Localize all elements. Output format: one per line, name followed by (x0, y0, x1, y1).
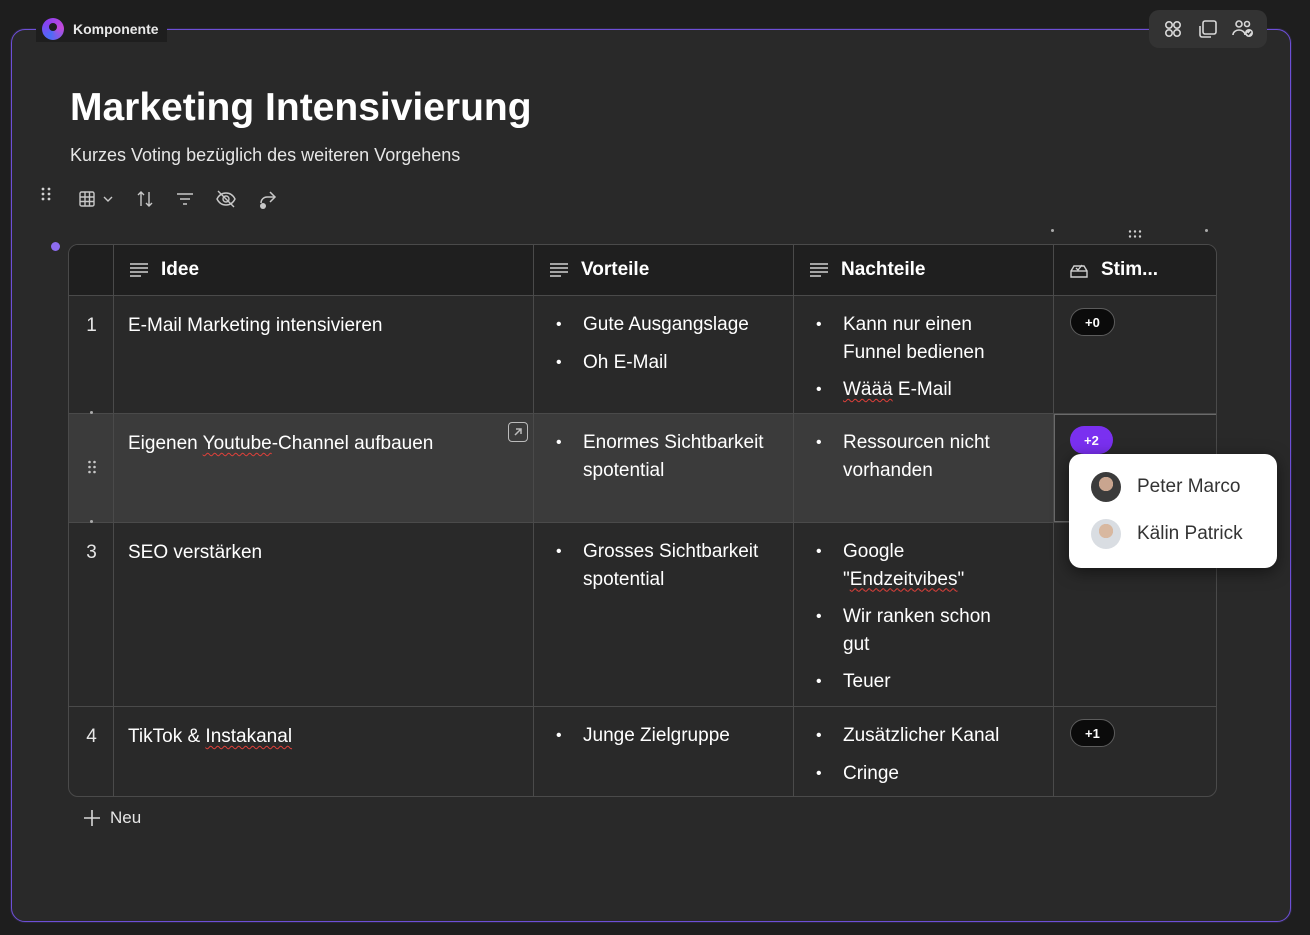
table-view-icon[interactable] (76, 185, 116, 213)
page-subtitle[interactable]: Kurzes Voting bezüglich des weiteren Vor… (70, 145, 460, 166)
list-item: Wir ranken schon gut (816, 603, 1006, 658)
list-item: Ressourcen nicht vorhanden (816, 429, 1011, 484)
nachteile-cell[interactable]: Ressourcen nicht vorhanden (794, 414, 1054, 522)
list-item: Google "Endzeitvibes" (816, 538, 976, 593)
nachteile-cell[interactable]: Zusätzlicher Kanal Cringe (794, 707, 1054, 796)
list-item: Grosses Sichtbarkeitspotential (556, 538, 766, 593)
nachteile-cell[interactable]: Kann nur einen Funnel bedienen Wäää E-Ma… (794, 296, 1054, 413)
row-number: 1 (86, 315, 97, 336)
list-item: Cringe (816, 760, 1036, 788)
voter-item[interactable]: Peter Marco (1091, 471, 1240, 503)
loop-logo-icon (42, 18, 64, 40)
list-item: Oh E-Mail (556, 349, 776, 377)
column-resize-dot (1205, 229, 1208, 232)
row-resize-dot (90, 520, 93, 523)
table-drag-handle-icon[interactable] (40, 186, 52, 202)
voters-popup: Peter Marco Kälin Patrick (1069, 454, 1277, 568)
table-toolbar (76, 185, 280, 213)
voter-name: Peter Marco (1137, 476, 1241, 497)
list-item: Junge Zielgruppe (556, 722, 776, 750)
column-header-vorteile[interactable]: Vorteile (534, 245, 794, 295)
header-corner (69, 245, 114, 295)
row-number-cell: 1 (69, 296, 114, 413)
table-row[interactable]: 3 SEO verstärken Grosses Sichtbarkeitspo… (69, 523, 1216, 707)
vorteile-cell[interactable]: Gute Ausgangslage Oh E-Mail (534, 296, 794, 413)
idee-cell[interactable]: E-Mail Marketing intensivieren (114, 296, 534, 413)
voter-name: Kälin Patrick (1137, 523, 1243, 544)
table-row[interactable]: 1 E-Mail Marketing intensivieren Gute Au… (69, 296, 1216, 414)
new-row-label: Neu (110, 808, 142, 827)
text-column-icon (550, 263, 568, 277)
voting-table: Idee Vorteile Nachteile Stim... 1 E-Mail… (68, 244, 1217, 797)
vote-column-icon (1070, 264, 1088, 278)
share-people-icon[interactable] (1230, 16, 1256, 42)
spell-error-text: Wäää (843, 379, 893, 400)
list-item: Gute Ausgangslage (556, 311, 776, 339)
idee-cell[interactable]: TikTok & Instakanal (114, 707, 534, 796)
component-toolbar (1149, 10, 1267, 48)
stimmen-cell[interactable]: +0 (1054, 296, 1216, 413)
row-drag-handle-icon[interactable] (87, 460, 97, 479)
idee-cell[interactable]: Eigenen Youtube-Channel aufbauen (114, 414, 534, 522)
row-number-cell (69, 414, 114, 522)
vorteile-cell[interactable]: Enormes Sichtbarkeitspotential (534, 414, 794, 522)
list-item: Zusätzlicher Kanal (816, 722, 1036, 750)
idee-text: E-Mail Marketing intensivieren (128, 315, 383, 336)
component-label[interactable]: Komponente (36, 16, 167, 42)
row-number: 3 (86, 542, 97, 563)
idee-text: SEO verstärken (128, 542, 263, 563)
column-header-label: Stim... (1101, 259, 1159, 280)
apps-icon[interactable] (1160, 16, 1186, 42)
idee-cell[interactable]: SEO verstärken (114, 523, 534, 706)
presence-dot (51, 242, 60, 251)
table-row[interactable]: Eigenen Youtube-Channel aufbauen Enormes… (69, 414, 1216, 523)
text-column-icon (130, 263, 148, 277)
column-header-stimmen[interactable]: Stim... (1054, 245, 1216, 295)
plus-icon (84, 810, 100, 826)
nachteile-cell[interactable]: Google "Endzeitvibes" Wir ranken schon g… (794, 523, 1054, 706)
row-number-cell: 3 (69, 523, 114, 706)
table-header-row: Idee Vorteile Nachteile Stim... (69, 245, 1216, 296)
column-header-nachteile[interactable]: Nachteile (794, 245, 1054, 295)
copy-component-icon[interactable] (1195, 16, 1221, 42)
voter-item[interactable]: Kälin Patrick (1091, 518, 1243, 550)
list-item: Wäää E-Mail (816, 376, 1036, 404)
vorteile-cell[interactable]: Grosses Sichtbarkeitspotential (534, 523, 794, 706)
row-number: 4 (86, 726, 97, 747)
sort-icon[interactable] (134, 185, 156, 213)
idee-text: TikTok & Instakanal (128, 726, 293, 747)
list-item: Enormes Sichtbarkeitspotential (556, 429, 766, 484)
avatar (1091, 519, 1121, 549)
idee-text: Eigenen Youtube-Channel aufbauen (128, 433, 434, 454)
column-header-label: Vorteile (581, 259, 650, 280)
avatar (1091, 472, 1121, 502)
new-row-button[interactable]: Neu (82, 808, 141, 828)
row-number-cell: 4 (69, 707, 114, 796)
share-icon[interactable] (256, 185, 280, 213)
component-label-text: Komponente (73, 21, 159, 37)
vote-count-button[interactable]: +0 (1070, 308, 1115, 336)
vote-count-button[interactable]: +2 (1070, 426, 1113, 454)
text-column-icon (810, 263, 828, 277)
row-resize-dot (90, 411, 93, 414)
stimmen-cell[interactable]: +1 (1054, 707, 1216, 796)
column-resize-dot (1051, 229, 1054, 232)
column-header-label: Nachteile (841, 259, 926, 280)
list-item: Teuer (816, 668, 1036, 696)
table-row[interactable]: 4 TikTok & Instakanal Junge Zielgruppe Z… (69, 707, 1216, 796)
column-header-idee[interactable]: Idee (114, 245, 534, 295)
list-item: Kann nur einen Funnel bedienen (816, 311, 991, 366)
page-title[interactable]: Marketing Intensivierung (70, 86, 532, 130)
open-row-icon[interactable] (508, 422, 528, 442)
filter-icon[interactable] (174, 185, 196, 213)
column-drag-handle-icon[interactable] (1127, 226, 1143, 244)
hide-icon[interactable] (214, 185, 238, 213)
vorteile-cell[interactable]: Junge Zielgruppe (534, 707, 794, 796)
column-header-label: Idee (161, 259, 200, 280)
vote-count-button[interactable]: +1 (1070, 719, 1115, 747)
